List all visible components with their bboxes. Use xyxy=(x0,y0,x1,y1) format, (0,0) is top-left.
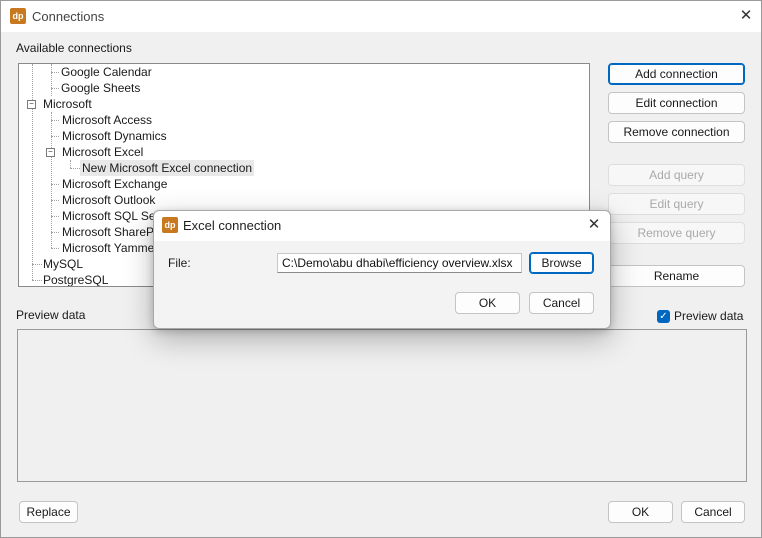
dialog-title-bar: dp Excel connection ✕ xyxy=(154,211,610,241)
tree-connector xyxy=(51,248,59,249)
tree-connector xyxy=(32,64,33,280)
browse-button[interactable]: Browse xyxy=(529,252,594,274)
tree-item-google-calendar[interactable]: Google Calendar xyxy=(61,64,152,80)
tree-connector xyxy=(51,136,59,137)
ok-button[interactable]: OK xyxy=(608,501,673,523)
tree-item-google-sheets[interactable]: Google Sheets xyxy=(61,80,140,96)
tree-item-new-excel-connection[interactable]: New Microsoft Excel connection xyxy=(80,160,255,176)
cancel-button[interactable]: Cancel xyxy=(681,501,745,523)
file-path-input[interactable]: C:\Demo\abu dhabi\efficiency overview.xl… xyxy=(277,253,522,273)
preview-data-checkbox[interactable]: ✓ xyxy=(657,310,670,323)
tree-item-microsoft-dynamics[interactable]: Microsoft Dynamics xyxy=(62,128,167,144)
tree-item-mysql[interactable]: MySQL xyxy=(43,256,83,272)
tree-item-microsoft-outlook[interactable]: Microsoft Outlook xyxy=(62,192,155,208)
app-logo-icon: dp xyxy=(10,8,26,24)
add-query-button[interactable]: Add query xyxy=(608,164,745,186)
preview-data-checkbox-label[interactable]: Preview data xyxy=(674,309,743,323)
tree-item-microsoft[interactable]: Microsoft xyxy=(43,96,92,112)
replace-button[interactable]: Replace xyxy=(19,501,78,523)
tree-item-microsoft-excel[interactable]: Microsoft Excel xyxy=(62,144,143,160)
tree-connector xyxy=(51,88,59,89)
title-bar: dp Connections ✕ xyxy=(1,1,761,32)
dialog-ok-button[interactable]: OK xyxy=(455,292,520,314)
window-title: Connections xyxy=(32,9,105,24)
tree-connector xyxy=(51,184,59,185)
tree-connector xyxy=(51,200,59,201)
available-connections-label: Available connections xyxy=(16,41,132,55)
file-label: File: xyxy=(168,256,191,270)
collapse-toggle-icon[interactable]: − xyxy=(46,148,55,157)
tree-item-postgresql[interactable]: PostgreSQL xyxy=(43,272,108,286)
dialog-cancel-button[interactable]: Cancel xyxy=(529,292,594,314)
excel-connection-dialog: dp Excel connection ✕ File: C:\Demo\abu … xyxy=(153,210,611,329)
preview-data-panel xyxy=(17,329,747,482)
edit-query-button[interactable]: Edit query xyxy=(608,193,745,215)
rename-button[interactable]: Rename xyxy=(608,265,745,287)
app-logo-icon: dp xyxy=(162,217,178,233)
tree-connector xyxy=(51,120,59,121)
preview-data-label: Preview data xyxy=(16,308,86,322)
tree-connector xyxy=(70,168,80,169)
tree-connector xyxy=(51,112,52,248)
remove-connection-button[interactable]: Remove connection xyxy=(608,121,745,143)
tree-item-microsoft-access[interactable]: Microsoft Access xyxy=(62,112,152,128)
tree-connector xyxy=(51,64,52,96)
tree-connector xyxy=(32,264,42,265)
tree-connector xyxy=(32,280,42,281)
add-connection-button[interactable]: Add connection xyxy=(608,63,745,85)
tree-connector xyxy=(51,232,59,233)
dialog-close-icon[interactable]: ✕ xyxy=(584,215,604,235)
tree-connector xyxy=(51,72,59,73)
tree-connector xyxy=(51,216,59,217)
remove-query-button[interactable]: Remove query xyxy=(608,222,745,244)
tree-item-microsoft-yammer[interactable]: Microsoft Yammer xyxy=(62,240,158,256)
collapse-toggle-icon[interactable]: − xyxy=(27,100,36,109)
tree-connector xyxy=(70,160,71,168)
edit-connection-button[interactable]: Edit connection xyxy=(608,92,745,114)
dialog-title: Excel connection xyxy=(183,218,282,233)
close-icon[interactable]: ✕ xyxy=(736,6,756,26)
tree-item-microsoft-exchange[interactable]: Microsoft Exchange xyxy=(62,176,167,192)
